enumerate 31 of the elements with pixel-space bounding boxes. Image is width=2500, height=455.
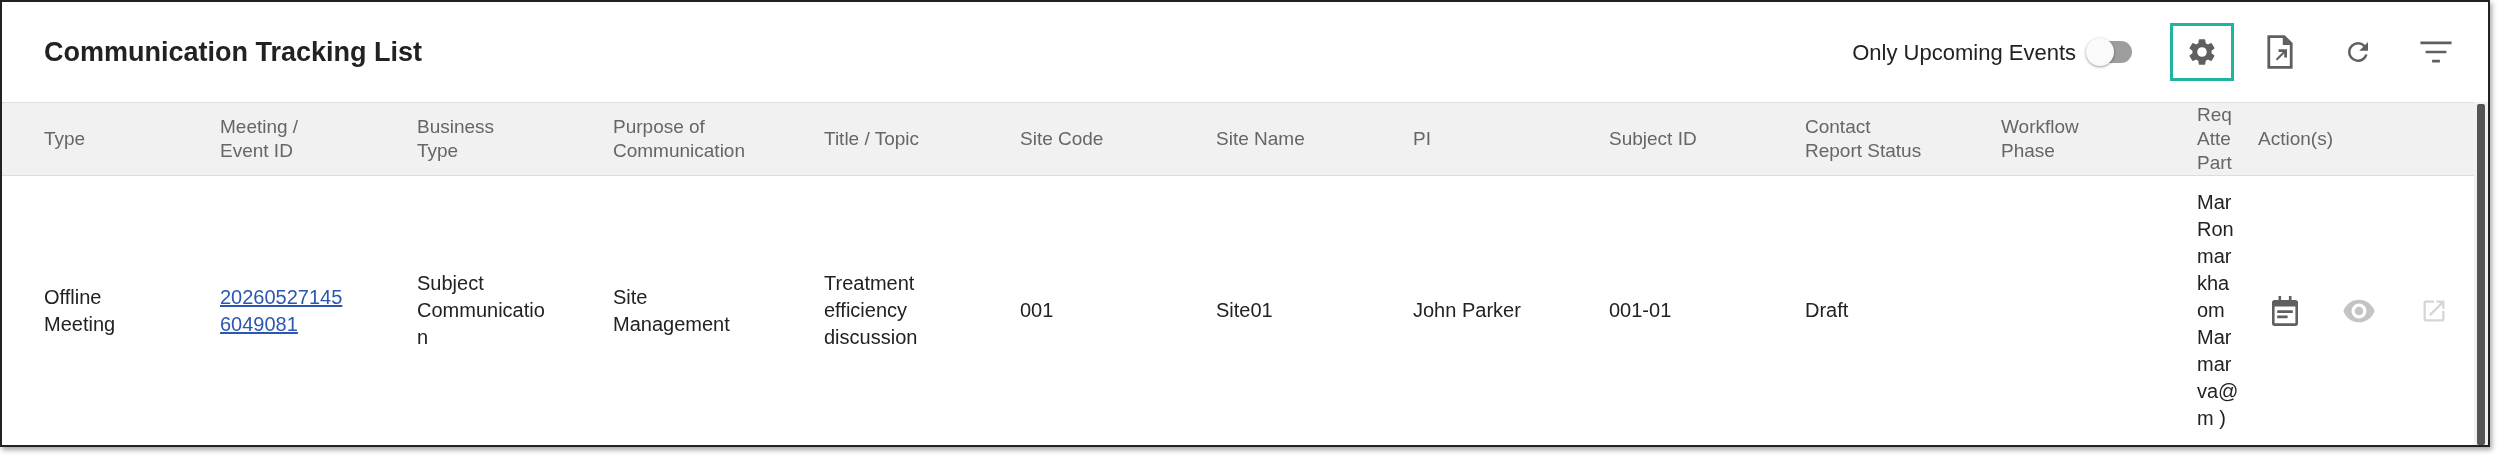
column-header: Business Type: [417, 115, 496, 163]
table-cell: 001-01: [1609, 299, 1672, 321]
column-header: Type: [44, 127, 87, 151]
table-cell: Draft: [1805, 299, 1849, 321]
scrollbar[interactable]: [2474, 102, 2488, 445]
calendar-icon[interactable]: [2272, 295, 2298, 326]
column-header: Action(s): [2258, 127, 2334, 151]
column-header: PI: [1413, 127, 1432, 151]
table-cell: Mar Ron mar kha om Mar mar va@ m ): [2197, 191, 2239, 429]
column-header: Site Name: [1216, 127, 1306, 151]
column-header: Site Code: [1020, 127, 1105, 151]
page-title: Communication Tracking List: [44, 35, 423, 69]
table-cell: Offline Meeting: [44, 285, 116, 335]
column-header: Purpose of Communication: [613, 115, 746, 163]
filter-icon: [2419, 39, 2453, 65]
table-cell: Site Management: [613, 285, 730, 335]
table-cell: John Parker: [1413, 299, 1521, 321]
column-header: Workflow Phase: [2001, 115, 2080, 163]
toggle-label: Only Upcoming Events: [1852, 38, 2076, 67]
column-header: Subject ID: [1609, 127, 1698, 151]
event-id-link[interactable]: 20260527145 6049081: [220, 283, 343, 338]
column-header: Req Atte Part: [2197, 103, 2233, 175]
column-header: Contact Report Status: [1805, 115, 1923, 163]
document-arrow-icon: [2266, 35, 2294, 69]
table-cell: Treatment efficiency discussion: [824, 272, 918, 348]
table-cell: Site01: [1216, 299, 1273, 321]
column-header: Title / Topic: [824, 127, 921, 151]
settings-button[interactable]: [2170, 23, 2234, 81]
table-cell: 001: [1020, 299, 1054, 321]
column-header: Meeting / Event ID: [220, 115, 300, 163]
table-cell: Subject Communicatio n: [417, 272, 545, 348]
